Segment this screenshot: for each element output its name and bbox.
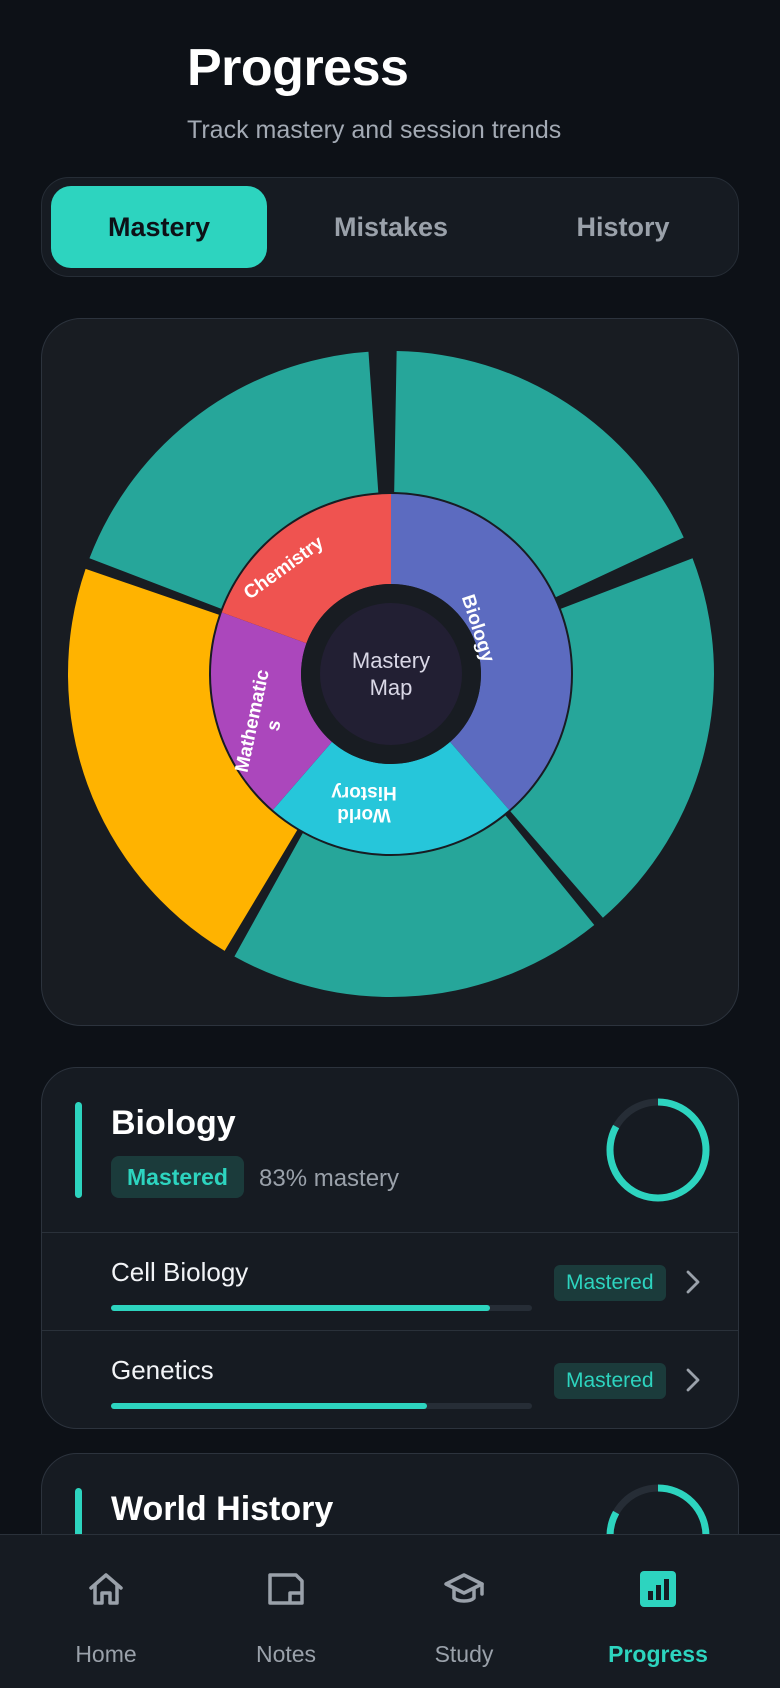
nav-label: Study: [434, 1641, 494, 1667]
topic-progress-bar: [111, 1305, 532, 1311]
chart-center-disc: [320, 603, 462, 745]
page-subtitle: Track mastery and session trends: [187, 116, 562, 144]
page-header: Progress Track mastery and session trend…: [187, 38, 561, 145]
topic-name: Genetics: [111, 1355, 214, 1385]
nav-home[interactable]: Home: [16, 1535, 196, 1688]
nav-study[interactable]: Study: [374, 1535, 554, 1688]
mastery-sunburst-chart: MasteryMapBiologyWorldHistoryMathematics…: [67, 351, 714, 997]
page-title: Progress: [187, 39, 409, 97]
nav-label: Progress: [608, 1641, 708, 1667]
topic-name: Cell Biology: [111, 1257, 249, 1287]
topic-progress-bar: [111, 1403, 532, 1409]
subject-card-header[interactable]: Biology Mastered 83% mastery: [42, 1068, 738, 1232]
nav-label: Home: [75, 1641, 137, 1667]
subject-label: World: [337, 804, 390, 825]
chart-center-label: Map: [370, 675, 413, 700]
home-icon: [89, 1573, 123, 1605]
subject-label: History: [331, 782, 397, 803]
tab-history[interactable]: History: [515, 186, 731, 268]
mastery-progress-ring: [606, 1098, 710, 1202]
topic-row-genetics[interactable]: Genetics Mastered: [42, 1330, 738, 1428]
tab-mistakes[interactable]: Mistakes: [283, 186, 499, 268]
subject-name: World History: [111, 1490, 334, 1528]
status-badge: Mastered: [111, 1156, 244, 1198]
notes-icon: [268, 1573, 304, 1605]
chart-center-label: Mastery: [352, 648, 430, 673]
nav-progress[interactable]: Progress: [568, 1535, 748, 1688]
study-icon: [444, 1573, 484, 1603]
inner-ring-label: WorldHistory: [331, 782, 397, 825]
subject-card-biology[interactable]: Biology Mastered 83% mastery Cell Biolog…: [41, 1067, 739, 1429]
topic-progress-fill: [111, 1305, 490, 1311]
status-badge: Mastered: [554, 1363, 666, 1399]
progress-icon: [640, 1571, 676, 1607]
subject-name: Biology: [111, 1104, 236, 1142]
nav-notes[interactable]: Notes: [196, 1535, 376, 1688]
mastery-chart-card: Mastery Map Biology World History Mathematic s…: [41, 318, 739, 1026]
subject-accent-bar: [75, 1102, 82, 1198]
chevron-right-icon: [686, 1270, 700, 1294]
topic-progress-fill: [111, 1403, 427, 1409]
status-badge: Mastered: [554, 1265, 666, 1301]
bottom-navigation: Home Notes Study Progress: [0, 1534, 780, 1688]
segmented-tabs: Mastery Mistakes History: [41, 177, 739, 277]
topic-row-cell-biology[interactable]: Cell Biology Mastered: [42, 1232, 738, 1330]
mastery-percent: 83% mastery: [259, 1165, 400, 1192]
chevron-right-icon: [686, 1368, 700, 1392]
nav-label: Notes: [255, 1641, 317, 1667]
tab-mastery[interactable]: Mastery: [51, 186, 267, 268]
